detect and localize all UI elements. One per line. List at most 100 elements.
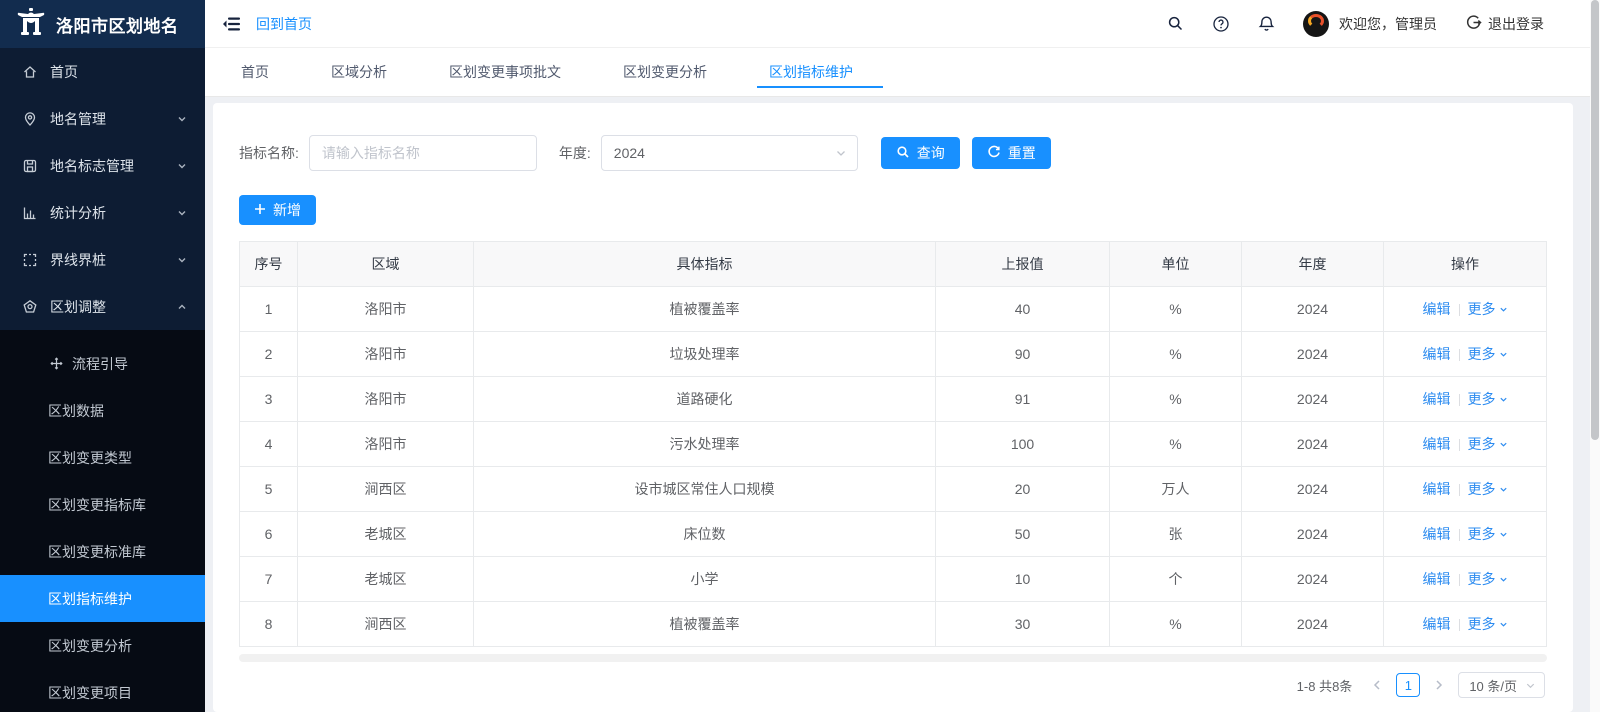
more-link[interactable]: 更多 [1468,616,1496,632]
sidebar-item-boundary[interactable]: 界线界桩 [0,236,205,283]
cell-indicator: 垃圾处理率 [474,332,936,377]
divider [1459,529,1460,541]
chevron-down-icon [1525,680,1536,691]
sidebar-item-change-project[interactable]: 区划变更项目 [0,669,205,712]
prev-page-icon[interactable] [1366,674,1388,696]
horizontal-scrollbar[interactable] [239,654,1547,662]
back-home-link[interactable]: 回到首页 [256,14,312,34]
map-pin-icon [22,111,38,127]
search-button-label: 查询 [917,143,945,163]
scrollbar-thumb[interactable] [1591,0,1599,440]
year-select[interactable]: 2024 [601,135,858,171]
sidebar-item-change-type[interactable]: 区划变更类型 [0,434,205,481]
cell-value: 10 [936,557,1110,602]
sidebar-item-sign-mgmt[interactable]: 地名标志管理 [0,142,205,189]
sidebar-item-zoning-data[interactable]: 区划数据 [0,387,205,434]
search-button[interactable]: 查询 [881,137,960,169]
cell-actions: 编辑 更多 [1384,467,1547,512]
refresh-icon [987,145,1001,162]
user-chip[interactable]: 欢迎您，管理员 [1303,11,1437,37]
edit-link[interactable]: 编辑 [1423,436,1451,452]
pagination: 1-8 共8条 1 10 条/页 [239,672,1547,698]
more-link[interactable]: 更多 [1468,481,1496,497]
tab-region-analysis[interactable]: 区域分析 [317,48,401,96]
page-number-button[interactable]: 1 [1396,673,1420,697]
edit-link[interactable]: 编辑 [1423,526,1451,542]
cell-year: 2024 [1242,332,1384,377]
cell-region: 老城区 [298,557,474,602]
tab-home[interactable]: 首页 [227,48,283,96]
move-icon [48,356,64,372]
help-icon[interactable] [1212,15,1230,33]
sidebar-item-zoning-adjust[interactable]: 区划调整 [0,283,205,330]
sidebar-item-label: 首页 [50,62,187,82]
tab-change-analysis[interactable]: 区划变更分析 [609,48,721,96]
edit-link[interactable]: 编辑 [1423,346,1451,362]
cell-actions: 编辑 更多 [1384,377,1547,422]
search-icon[interactable] [1167,15,1184,32]
content-area: 指标名称: 年度: 2024 查询 [205,97,1590,712]
sidebar-item-change-analysis[interactable]: 区划变更分析 [0,622,205,669]
sidebar-item-indicator-maintenance[interactable]: 区划指标维护 [0,575,205,622]
app-logo: 洛阳市区划地名 [0,0,205,48]
edit-link[interactable]: 编辑 [1423,571,1451,587]
logout-button[interactable]: 退出登录 [1465,14,1544,34]
sidebar-item-label: 区划调整 [50,297,177,317]
edit-link[interactable]: 编辑 [1423,616,1451,632]
reset-button[interactable]: 重置 [972,137,1051,169]
edit-link[interactable]: 编辑 [1423,301,1451,317]
sidebar-item-statistics[interactable]: 统计分析 [0,189,205,236]
cell-region: 洛阳市 [298,377,474,422]
tab-indicator-maintenance[interactable]: 区划指标维护 [755,48,867,96]
table-container: 序号 区域 具体指标 上报值 单位 年度 操作 1 [239,241,1547,662]
vertical-scrollbar[interactable] [1590,0,1600,712]
more-link[interactable]: 更多 [1468,571,1496,587]
chevron-down-icon [177,114,187,124]
cell-unit: % [1110,377,1242,422]
more-link[interactable]: 更多 [1468,346,1496,362]
more-link[interactable]: 更多 [1468,436,1496,452]
cell-year: 2024 [1242,377,1384,422]
gate-logo-icon [16,8,46,41]
cell-indicator: 床位数 [474,512,936,557]
sidebar: 洛阳市区划地名 首页 地名管理 [0,0,205,712]
more-link[interactable]: 更多 [1468,391,1496,407]
sidebar-item-placename-mgmt[interactable]: 地名管理 [0,95,205,142]
divider [1459,304,1460,316]
cell-region: 涧西区 [298,467,474,512]
plus-icon [254,202,266,218]
cell-no: 1 [240,287,298,332]
filter-row: 指标名称: 年度: 2024 查询 [239,103,1547,171]
table-row: 2 洛阳市 垃圾处理率 90 % 2024 编辑更多 [240,332,1547,377]
indicator-name-input[interactable] [309,135,537,171]
cell-value: 20 [936,467,1110,512]
chevron-down-icon [1499,485,1508,494]
sidebar-item-home[interactable]: 首页 [0,48,205,95]
sidebar-item-indicator-library[interactable]: 区划变更指标库 [0,481,205,528]
cell-unit: % [1110,287,1242,332]
sidebar-item-standard-library[interactable]: 区划变更标准库 [0,528,205,575]
cell-indicator: 设市城区常住人口规模 [474,467,936,512]
sidebar-item-label: 区划指标维护 [48,589,132,609]
sidebar-item-label: 区划变更项目 [48,683,132,703]
sidebar-submenu-zoning: 流程引导 区划数据 区划变更类型 区划变更指标库 区划变更标准库 区划指标维护 [0,330,205,712]
page-size-select[interactable]: 10 条/页 [1458,672,1545,698]
menu-fold-icon[interactable] [222,14,242,34]
search-icon [896,145,910,162]
col-header-unit: 单位 [1110,242,1242,287]
tab-change-approval-docs[interactable]: 区划变更事项批文 [435,48,575,96]
sidebar-item-process-guide[interactable]: 流程引导 [0,340,205,387]
next-page-icon[interactable] [1428,674,1450,696]
bell-icon[interactable] [1258,15,1275,33]
edit-link[interactable]: 编辑 [1423,391,1451,407]
chevron-down-icon [1499,530,1508,539]
add-button[interactable]: 新增 [239,195,316,225]
cell-no: 8 [240,602,298,647]
more-link[interactable]: 更多 [1468,301,1496,317]
app-window: 洛阳市区划地名 首页 地名管理 [0,0,1600,712]
col-header-actions: 操作 [1384,242,1547,287]
cell-region: 洛阳市 [298,332,474,377]
cell-unit: 万人 [1110,467,1242,512]
edit-link[interactable]: 编辑 [1423,481,1451,497]
more-link[interactable]: 更多 [1468,526,1496,542]
